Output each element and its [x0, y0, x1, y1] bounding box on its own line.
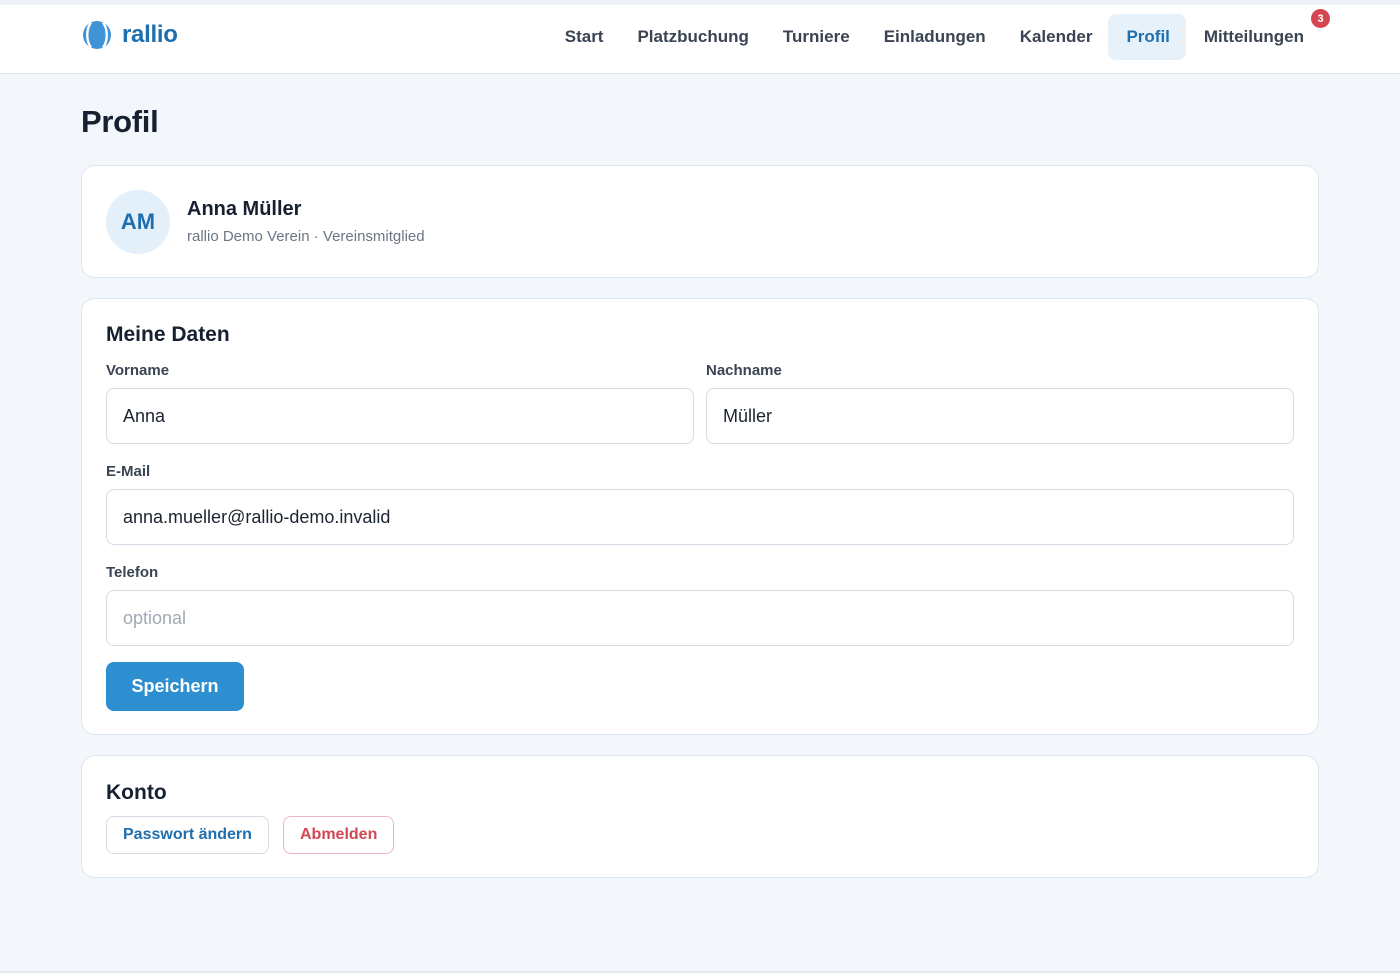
- notification-count-badge: 3: [1311, 9, 1330, 28]
- first-name-input[interactable]: [106, 388, 694, 444]
- nav-item-turniere[interactable]: Turniere: [765, 14, 866, 60]
- last-name-label: Nachname: [706, 362, 782, 379]
- nav-item-kalender[interactable]: Kalender: [1002, 14, 1109, 60]
- first-name-label: Vorname: [106, 362, 170, 379]
- nav-item-label: Profil: [1126, 27, 1170, 46]
- last-name-input[interactable]: [706, 388, 1294, 444]
- nav-item-label: Platzbuchung: [637, 27, 749, 46]
- tennis-ball-icon: [83, 21, 111, 49]
- phone-label: Telefon: [106, 564, 159, 581]
- save-button[interactable]: Speichern: [106, 662, 244, 711]
- profile-summary-card: AM Anna Müller rallio Demo Verein · Vere…: [81, 165, 1319, 278]
- personal-data-card: Meine Daten Vorname Nachname E-Mail Tele…: [81, 298, 1319, 735]
- brand-name: rallio: [122, 21, 178, 48]
- section-title-meine-daten: Meine Daten: [106, 323, 230, 346]
- profile-name: Anna Müller: [187, 198, 302, 220]
- change-password-button[interactable]: Passwort ändern: [106, 816, 269, 854]
- section-title-konto: Konto: [106, 781, 167, 804]
- nav-item-label: Turniere: [782, 27, 850, 46]
- nav-item-profil[interactable]: Profil: [1108, 14, 1186, 60]
- avatar: AM: [106, 190, 170, 254]
- account-card: Konto Passwort ändern Abmelden: [81, 755, 1319, 878]
- nav-item-platzbuchung[interactable]: Platzbuchung: [619, 14, 764, 60]
- nav-item-label: Mitteilungen: [1203, 27, 1304, 46]
- page-title: Profil: [81, 104, 159, 139]
- email-label: E-Mail: [106, 463, 151, 480]
- nav-item-label: Einladungen: [883, 27, 986, 46]
- nav-item-label: Kalender: [1019, 27, 1093, 46]
- nav-item-mitteilungen[interactable]: Mitteilungen 3: [1186, 9, 1330, 60]
- email-input[interactable]: [106, 489, 1294, 545]
- nav-item-label: Start: [564, 27, 604, 46]
- brand-logo[interactable]: rallio: [82, 19, 178, 51]
- phone-input[interactable]: [106, 590, 1294, 646]
- logout-button[interactable]: Abmelden: [283, 816, 395, 854]
- nav-item-start[interactable]: Start: [547, 14, 620, 60]
- nav-item-einladungen[interactable]: Einladungen: [866, 14, 1002, 60]
- top-navigation-bar: rallio Start Platzbuchung Turniere Einla…: [0, 0, 1400, 74]
- main-nav: Start Platzbuchung Turniere Einladungen …: [547, 9, 1330, 60]
- profile-club-role: rallio Demo Verein · Vereinsmitglied: [187, 228, 425, 245]
